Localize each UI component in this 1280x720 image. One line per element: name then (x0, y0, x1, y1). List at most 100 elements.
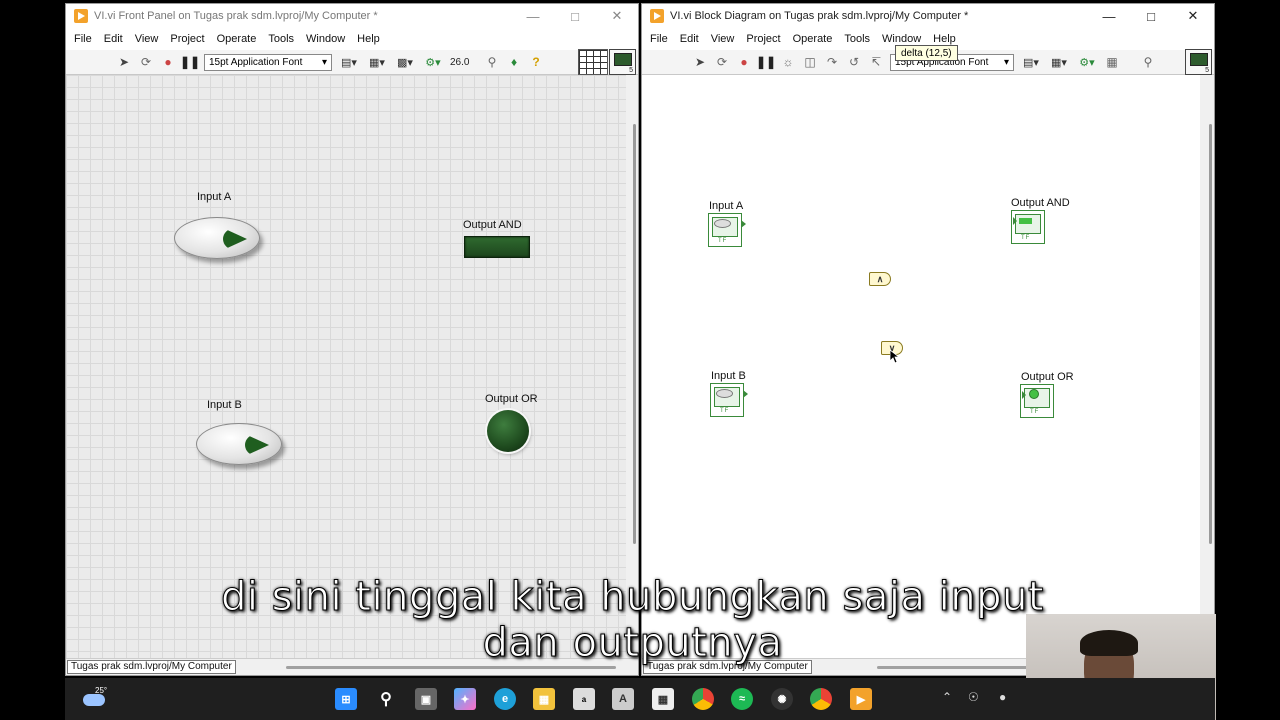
input-a-terminal[interactable] (708, 213, 746, 247)
labview-taskbar-icon[interactable]: ▶ (850, 688, 872, 710)
labview-app-icon (650, 9, 664, 23)
input-arrow-icon (1013, 217, 1017, 225)
subtitle-line-2: dan outputnya (482, 620, 783, 667)
menu-file[interactable]: File (644, 33, 674, 45)
menu-help[interactable]: Help (351, 33, 386, 45)
block-diagram-titlebar[interactable]: VI.vi Block Diagram on Tugas prak sdm.lv… (642, 4, 1214, 28)
step-over-icon[interactable]: ↺ (846, 54, 862, 70)
store-icon[interactable]: ▦ (652, 688, 674, 710)
tray-network-icon[interactable]: ☉ (968, 690, 979, 704)
chrome-icon[interactable] (692, 688, 714, 710)
pause-icon[interactable]: ❚❚ (180, 54, 200, 70)
cloud-icon (83, 694, 105, 706)
run-arrow-icon[interactable]: ➤ (116, 54, 132, 70)
input-a-label: Input A (197, 191, 232, 203)
menu-view[interactable]: View (129, 33, 165, 45)
output-or-terminal[interactable] (1020, 384, 1054, 418)
menu-edit[interactable]: Edit (98, 33, 129, 45)
input-a-button[interactable] (174, 217, 260, 259)
menu-operate[interactable]: Operate (787, 33, 839, 45)
maximize-icon[interactable]: □ (554, 4, 596, 28)
search-icon[interactable]: ⚲ (375, 688, 397, 710)
front-panel-titlebar[interactable]: VI.vi Front Panel on Tugas prak sdm.lvpr… (66, 4, 638, 28)
context-help-icon[interactable]: ♦ (506, 54, 522, 70)
run-continuously-icon[interactable]: ⟳ (714, 54, 730, 70)
menu-operate[interactable]: Operate (211, 33, 263, 45)
terminal-face (1015, 214, 1041, 234)
highlight-execution-icon[interactable]: ☼ (780, 54, 796, 70)
tray-chevron-up-icon[interactable]: ⌃ (942, 690, 952, 704)
minimize-icon[interactable]: — (1088, 4, 1130, 28)
distribute-objects-icon[interactable]: ▦▾ (366, 54, 388, 70)
distribute-objects-icon[interactable]: ▦▾ (1048, 54, 1070, 70)
close-icon[interactable]: ✕ (1172, 4, 1214, 28)
vertical-scrollbar[interactable] (1209, 124, 1212, 544)
run-arrow-icon[interactable]: ➤ (692, 54, 708, 70)
font-select-value: 15pt Application Font (209, 56, 303, 68)
clean-up-diagram-icon[interactable]: ▦ (1104, 54, 1120, 70)
front-panel-menubar: File Edit View Project Operate Tools Win… (66, 28, 638, 50)
help-icon[interactable]: ? (528, 54, 544, 70)
input-b-button[interactable] (196, 423, 282, 465)
close-icon[interactable]: ✕ (596, 4, 638, 28)
maximize-icon[interactable]: □ (1130, 4, 1172, 28)
resize-objects-icon[interactable]: ▩▾ (394, 54, 416, 70)
output-and-indicator (464, 236, 530, 258)
front-panel-canvas[interactable]: Input A Output AND Input B Output OR (66, 75, 626, 660)
align-objects-icon[interactable]: ▤▾ (338, 54, 360, 70)
task-view-icon[interactable]: ▣ (415, 688, 437, 710)
front-panel-toolbar: ➤ ⟳ ● ❚❚ 15pt Application Font ▾ ▤▾ ▦▾ ▩▾… (66, 49, 638, 75)
windows-start-icon[interactable]: ⊞ (335, 688, 357, 710)
spotify-icon[interactable]: ≈ (731, 688, 753, 710)
chevron-down-icon: ▾ (321, 56, 327, 68)
tray-microphone-icon[interactable]: ● (999, 690, 1006, 704)
chatgpt-icon[interactable]: ✺ (771, 688, 793, 710)
abort-icon[interactable]: ● (736, 54, 752, 70)
input-b-terminal[interactable] (710, 383, 748, 417)
menu-window[interactable]: Window (300, 33, 351, 45)
chrome-profile-icon[interactable] (810, 688, 832, 710)
menu-file[interactable]: File (68, 33, 98, 45)
led-bar-icon (1019, 218, 1032, 224)
amazon-icon[interactable]: a (573, 688, 595, 710)
output-arrow-icon (741, 220, 746, 228)
reorder-icon[interactable]: ⚙▾ (1076, 54, 1098, 70)
menu-tools[interactable]: Tools (838, 33, 876, 45)
horizontal-scrollbar[interactable] (286, 666, 616, 669)
search-icon[interactable]: ⚲ (484, 54, 500, 70)
step-into-icon[interactable]: ↷ (824, 54, 840, 70)
and-gate[interactable]: ∧ (869, 272, 891, 286)
search-icon[interactable]: ⚲ (1140, 54, 1156, 70)
document-icon[interactable]: A (612, 688, 634, 710)
copilot-icon[interactable]: ✦ (454, 688, 476, 710)
run-continuously-icon[interactable]: ⟳ (138, 54, 154, 70)
led-round-icon (1029, 389, 1039, 399)
edge-icon[interactable]: e (494, 688, 516, 710)
output-and-label: Output AND (463, 219, 522, 231)
minimize-icon[interactable]: — (512, 4, 554, 28)
connector-pane-icon[interactable] (578, 49, 608, 75)
pause-icon[interactable]: ❚❚ (756, 54, 776, 70)
reorder-icon[interactable]: ⚙▾ (422, 54, 444, 70)
play-arrow-icon (223, 228, 247, 250)
menu-project[interactable]: Project (164, 33, 210, 45)
menu-help[interactable]: Help (927, 33, 962, 45)
vi-icon[interactable] (609, 49, 636, 75)
input-arrow-icon (1022, 391, 1026, 399)
font-select[interactable]: 15pt Application Font ▾ (204, 53, 332, 71)
weather-widget[interactable]: 25° (83, 686, 113, 712)
file-explorer-icon[interactable]: ▦ (533, 688, 555, 710)
vi-icon[interactable] (1185, 49, 1212, 75)
output-and-terminal[interactable] (1011, 210, 1045, 244)
vertical-scrollbar[interactable] (633, 124, 636, 544)
abort-icon[interactable]: ● (160, 54, 176, 70)
retain-wire-values-icon[interactable]: ◫ (802, 54, 818, 70)
menu-window[interactable]: Window (876, 33, 927, 45)
menu-edit[interactable]: Edit (674, 33, 705, 45)
menu-tools[interactable]: Tools (262, 33, 300, 45)
menu-view[interactable]: View (705, 33, 741, 45)
align-objects-icon[interactable]: ▤▾ (1020, 54, 1042, 70)
menu-project[interactable]: Project (740, 33, 786, 45)
step-out-icon[interactable]: ↸ (868, 54, 884, 70)
block-diagram-canvas[interactable]: Input A Output AND ∧ ∨ Input B Output OR (642, 75, 1200, 660)
